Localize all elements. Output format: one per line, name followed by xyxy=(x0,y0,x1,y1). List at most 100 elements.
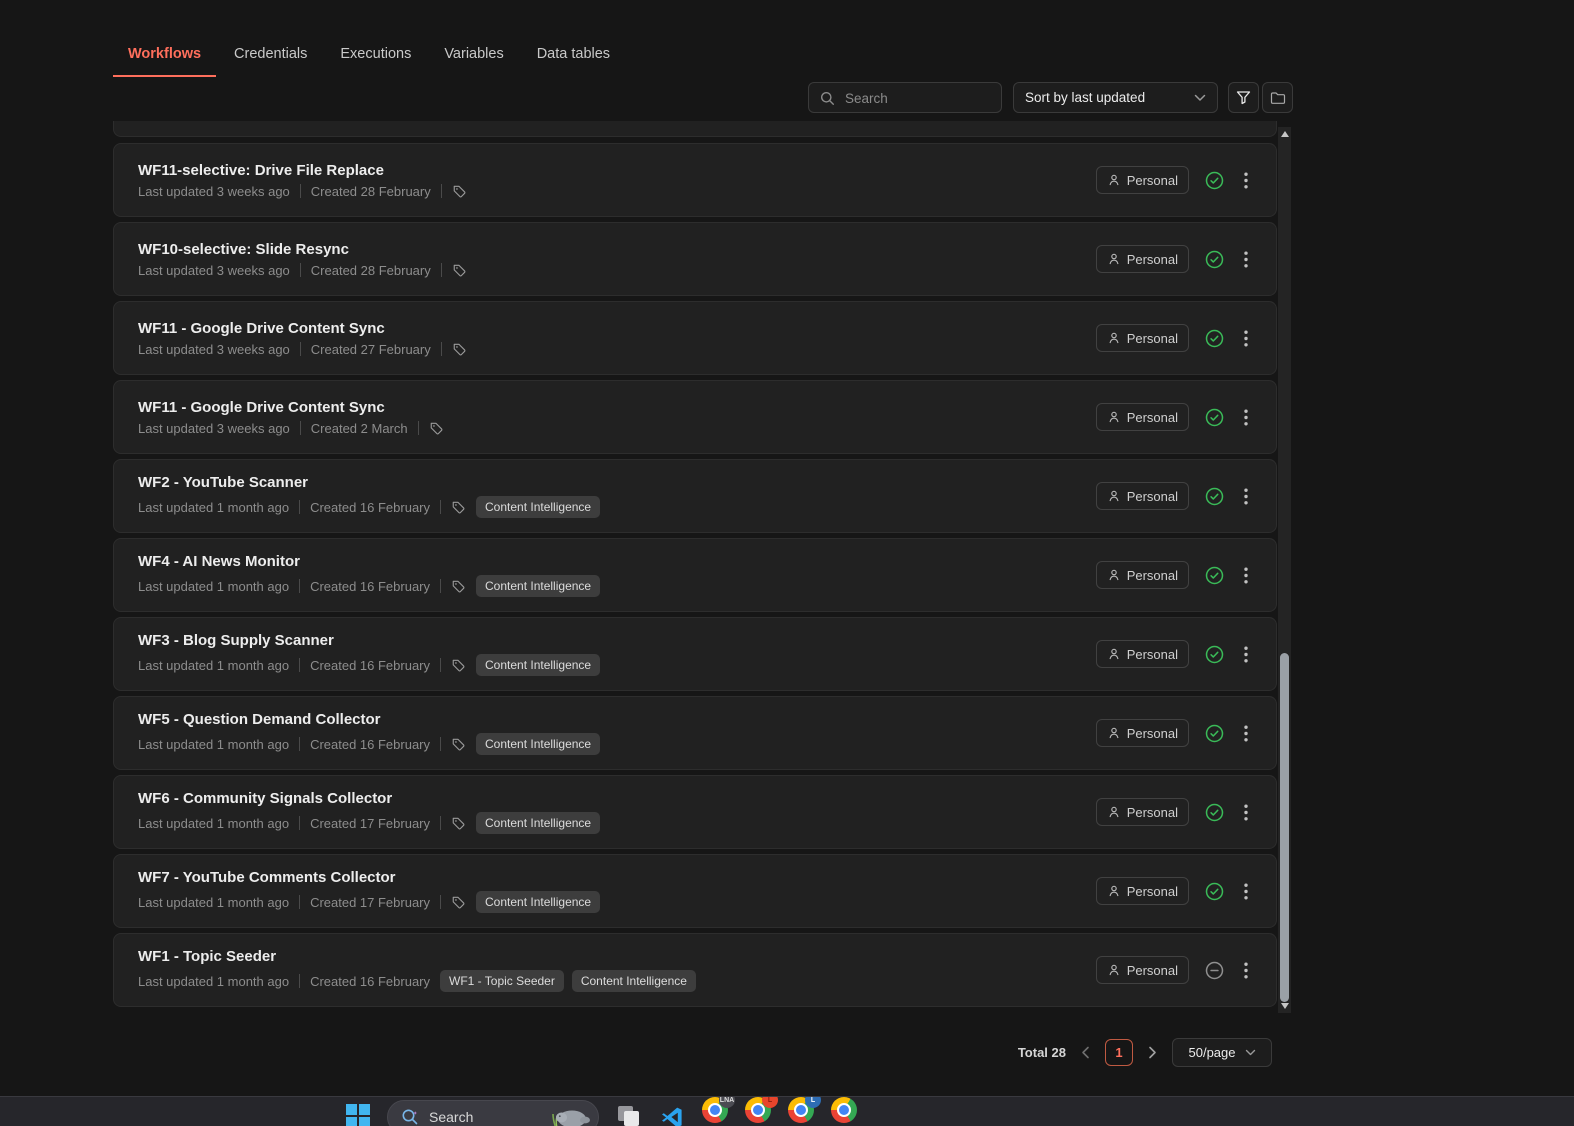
chrome-icon: LNA xyxy=(702,1097,735,1123)
person-icon xyxy=(1109,253,1119,265)
kebab-menu-button[interactable] xyxy=(1240,565,1252,586)
person-icon xyxy=(1109,885,1119,897)
workflow-title[interactable]: WF6 - Community Signals Collector xyxy=(138,790,600,807)
owner-label: Personal xyxy=(1126,488,1178,504)
workflow-title[interactable]: WF11 - Google Drive Content Sync xyxy=(138,399,454,416)
tag-badge[interactable]: Content Intelligence xyxy=(476,575,601,597)
page-number[interactable]: 1 xyxy=(1105,1038,1133,1066)
vscode-icon xyxy=(662,1107,682,1126)
tab-data-tables[interactable]: Data tables xyxy=(522,40,625,77)
folder-button[interactable] xyxy=(1262,82,1293,113)
owner-badge: Personal xyxy=(1095,166,1189,194)
page-size-select[interactable]: 50/page xyxy=(1172,1037,1272,1067)
scrollbar-thumb[interactable] xyxy=(1280,653,1289,1002)
workflow-last-updated: Last updated 3 weeks ago xyxy=(138,420,290,436)
tab-executions[interactable]: Executions xyxy=(325,40,426,77)
workflow-card[interactable]: WF3 - Blog Supply Scanner Last updated 1… xyxy=(113,617,1277,691)
kebab-menu-button[interactable] xyxy=(1240,723,1252,744)
workflow-card[interactable]: WF11 - Google Drive Content Sync Last up… xyxy=(113,380,1277,454)
workflow-last-updated: Last updated 1 month ago xyxy=(138,815,290,831)
tag-badge[interactable]: Content Intelligence xyxy=(476,654,601,676)
start-button[interactable] xyxy=(346,1104,370,1126)
kebab-menu-button[interactable] xyxy=(1240,960,1252,981)
search-highlight-image[interactable] xyxy=(545,1104,593,1126)
workflow-title[interactable]: WF10-selective: Slide Resync xyxy=(138,241,477,258)
owner-badge: Personal xyxy=(1095,482,1189,510)
main-tabs: Workflows Credentials Executions Variabl… xyxy=(113,40,625,77)
scrollbar-up-arrow[interactable] xyxy=(1280,131,1289,137)
workflow-status-toggle[interactable] xyxy=(1205,329,1224,348)
workflow-status-toggle[interactable] xyxy=(1205,645,1224,664)
tag-badge[interactable]: WF1 - Topic Seeder xyxy=(440,970,564,992)
chrome-icon: L xyxy=(745,1097,778,1123)
workflow-actions: Personal xyxy=(1095,166,1252,194)
kebab-menu-button[interactable] xyxy=(1240,249,1252,270)
kebab-menu-button[interactable] xyxy=(1240,170,1252,191)
workflow-title[interactable]: WF7 - YouTube Comments Collector xyxy=(138,869,600,886)
filter-button[interactable] xyxy=(1228,82,1259,113)
sort-dropdown[interactable]: Sort by last updated xyxy=(1013,82,1218,113)
task-view-button[interactable] xyxy=(616,1104,642,1126)
tab-workflows[interactable]: Workflows xyxy=(113,40,217,77)
tag-badge[interactable]: Content Intelligence xyxy=(571,970,696,992)
workflow-last-updated: Last updated 3 weeks ago xyxy=(138,183,290,199)
kebab-menu-button[interactable] xyxy=(1240,328,1252,349)
search-box[interactable] xyxy=(808,82,1002,114)
workflow-title[interactable]: WF11 - Google Drive Content Sync xyxy=(138,320,477,337)
kebab-menu-button[interactable] xyxy=(1240,407,1252,428)
workflow-card[interactable]: WF11 - Google Drive Content Sync Last up… xyxy=(113,301,1277,375)
search-input[interactable] xyxy=(843,83,997,114)
tab-variables[interactable]: Variables xyxy=(429,40,518,77)
workflow-title[interactable]: WF3 - Blog Supply Scanner xyxy=(138,632,600,649)
scrollbar[interactable] xyxy=(1278,127,1291,1013)
tag-badge[interactable]: Content Intelligence xyxy=(476,733,601,755)
workflow-status-toggle[interactable] xyxy=(1205,961,1224,980)
tab-credentials[interactable]: Credentials xyxy=(219,40,322,77)
workflow-title[interactable]: WF2 - YouTube Scanner xyxy=(138,474,600,491)
chrome-button[interactable] xyxy=(831,1097,857,1123)
workflow-status-toggle[interactable] xyxy=(1205,882,1224,901)
chrome-button[interactable]: LNA xyxy=(702,1097,735,1123)
workflow-card[interactable]: WF1 - Topic Seeder Last updated 1 month … xyxy=(113,933,1277,1007)
workflow-card[interactable]: WF7 - YouTube Comments Collector Last up… xyxy=(113,854,1277,928)
workflow-created: Created 17 February xyxy=(310,815,431,831)
workflow-status-toggle[interactable] xyxy=(1205,566,1224,585)
kebab-menu-button[interactable] xyxy=(1240,644,1252,665)
chrome-button[interactable]: L xyxy=(788,1097,821,1123)
workflow-card[interactable]: WF6 - Community Signals Collector Last u… xyxy=(113,775,1277,849)
workflow-title[interactable]: WF5 - Question Demand Collector xyxy=(138,711,600,728)
tag-badge[interactable]: Content Intelligence xyxy=(476,891,601,913)
kebab-menu-button[interactable] xyxy=(1240,486,1252,507)
workflow-status-toggle[interactable] xyxy=(1205,408,1224,427)
kebab-icon xyxy=(1244,251,1248,267)
next-page-button[interactable] xyxy=(1148,1046,1157,1059)
workflow-card[interactable]: WF4 - AI News Monitor Last updated 1 mon… xyxy=(113,538,1277,612)
workflow-title[interactable]: WF1 - Topic Seeder xyxy=(138,948,696,965)
workflow-status-toggle[interactable] xyxy=(1205,171,1224,190)
workflow-meta: Last updated 1 month ago Created 17 Febr… xyxy=(138,891,601,913)
owner-label: Personal xyxy=(1126,409,1178,425)
workflow-status-toggle[interactable] xyxy=(1205,250,1224,269)
workflow-card[interactable]: WF5 - Question Demand Collector Last upd… xyxy=(113,696,1277,770)
chrome-button[interactable]: L xyxy=(745,1097,778,1123)
tag-badge[interactable]: Content Intelligence xyxy=(476,812,601,834)
kebab-menu-button[interactable] xyxy=(1240,881,1252,902)
owner-badge: Personal xyxy=(1095,956,1189,984)
owner-badge: Personal xyxy=(1095,798,1189,826)
workflow-card[interactable]: WF2 - YouTube Scanner Last updated 1 mon… xyxy=(113,459,1277,533)
workflow-title[interactable]: WF4 - AI News Monitor xyxy=(138,553,600,570)
workflow-title[interactable]: WF11-selective: Drive File Replace xyxy=(138,162,477,179)
taskbar-search[interactable]: Search xyxy=(387,1100,599,1126)
scrollbar-down-arrow[interactable] xyxy=(1280,1003,1289,1009)
workflow-card[interactable]: WF10-selective: Slide Resync Last update… xyxy=(113,222,1277,296)
kebab-menu-button[interactable] xyxy=(1240,802,1252,823)
workflow-card[interactable]: WF11-selective: Drive File Replace Last … xyxy=(113,143,1277,217)
workflow-status-toggle[interactable] xyxy=(1205,724,1224,743)
workflow-card-partial[interactable] xyxy=(113,121,1277,137)
tag-badge[interactable]: Content Intelligence xyxy=(476,496,601,518)
workflow-status-toggle[interactable] xyxy=(1205,487,1224,506)
prev-page-button[interactable] xyxy=(1081,1046,1090,1059)
workflow-status-toggle[interactable] xyxy=(1205,803,1224,822)
vscode-button[interactable] xyxy=(659,1104,685,1126)
tags-icon xyxy=(452,659,465,671)
